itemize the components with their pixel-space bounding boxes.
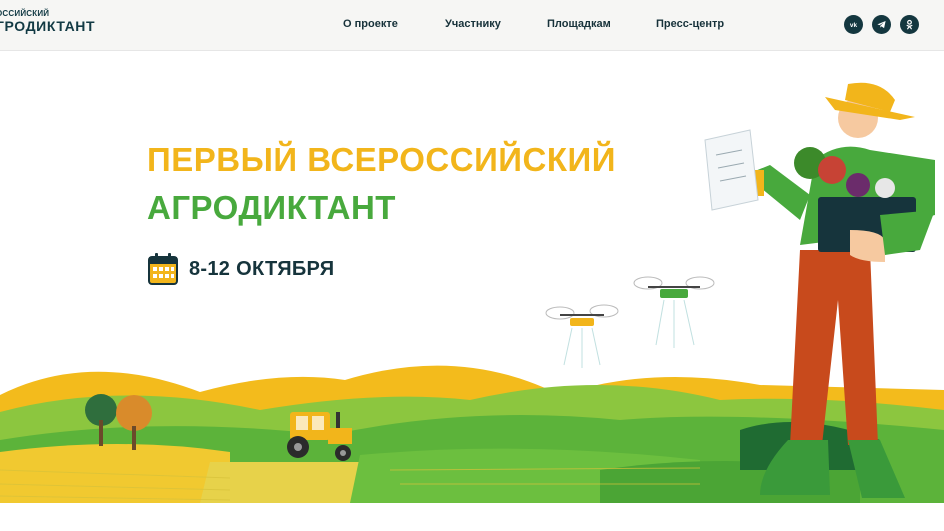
event-dates: 8-12 ОКТЯБРЯ: [147, 252, 334, 286]
hero-illustration: [0, 82, 944, 503]
event-date-text: 8-12 ОКТЯБРЯ: [189, 257, 335, 280]
drone-yellow: [545, 304, 619, 368]
vk-icon[interactable]: vk: [844, 15, 863, 34]
calendar-icon: [148, 253, 178, 285]
logo-big-text: ГРОДИКТАНТ: [0, 18, 96, 34]
nav-about[interactable]: О проекте: [343, 18, 398, 30]
hero-title-line2: АГРОДИКТАНТ: [147, 189, 396, 226]
hero-title-line1: ПЕРВЫЙ ВСЕРОССИЙСКИЙ: [147, 141, 616, 178]
site-header: ОССИЙСКИЙ ГРОДИКТАНТ О проекте Участнику…: [0, 0, 944, 51]
telegram-icon[interactable]: [872, 15, 891, 34]
nav-venues[interactable]: Площадкам: [547, 18, 611, 30]
hero-title: ПЕРВЫЙ ВСЕРОССИЙСКИЙ АГРОДИКТАНТ: [147, 136, 616, 232]
site-logo[interactable]: ОССИЙСКИЙ ГРОДИКТАНТ: [0, 9, 95, 34]
page-bottom: [0, 503, 944, 531]
nav-participant[interactable]: Участнику: [445, 18, 501, 30]
nav-press-center[interactable]: Пресс-центр: [656, 18, 724, 30]
odnoklassniki-icon[interactable]: [900, 15, 919, 34]
drone-green: [633, 276, 715, 348]
svg-text:vk: vk: [850, 22, 858, 29]
logo-small-text: ОССИЙСКИЙ: [0, 9, 50, 18]
